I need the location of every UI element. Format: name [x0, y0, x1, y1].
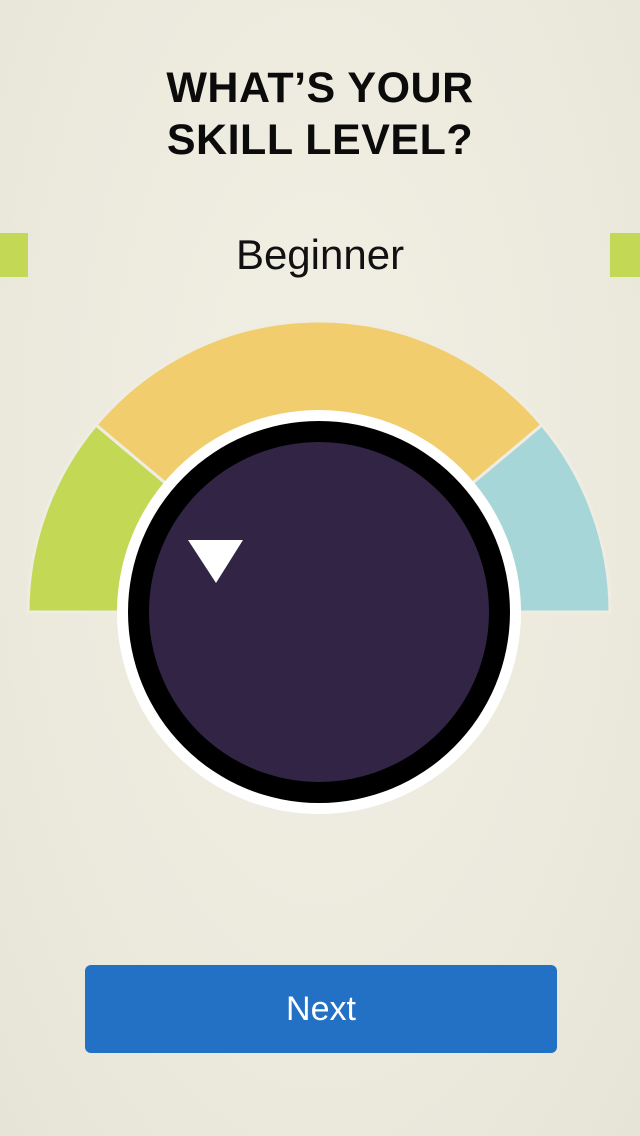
dial-knob[interactable]: [117, 410, 521, 814]
knob-face[interactable]: [149, 442, 489, 782]
next-button[interactable]: Next: [85, 965, 557, 1053]
